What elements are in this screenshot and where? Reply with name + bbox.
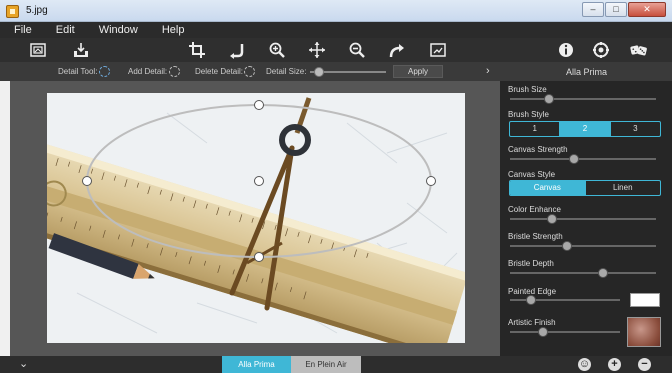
bristle-strength-slider[interactable] [510, 245, 656, 247]
menu-edit[interactable]: Edit [56, 24, 75, 36]
artistic-finish-label: Artistic Finish [508, 318, 556, 327]
bristle-depth-label: Bristle Depth [508, 259, 554, 268]
settings-icon[interactable] [592, 41, 610, 59]
preset-palette-icon[interactable]: ☺ [578, 358, 591, 371]
detail-tool-icon[interactable] [99, 66, 110, 77]
add-detail-icon[interactable] [169, 66, 180, 77]
menu-window[interactable]: Window [99, 24, 138, 36]
canvas-style-selector: Canvas Linen [509, 180, 661, 196]
bottom-bar: ⌄ Alla Prima En Plein Air ☺ + − [0, 356, 672, 373]
detail-options-bar: Detail Tool: Add Detail: Delete Detail: … [0, 62, 500, 81]
info-icon[interactable] [557, 41, 575, 59]
brush-style-label: Brush Style [508, 110, 549, 119]
zoom-in-icon[interactable] [268, 41, 286, 59]
brush-style-1[interactable]: 1 [510, 122, 561, 136]
brush-size-slider-knob[interactable] [544, 94, 555, 104]
zoom-out-icon[interactable] [348, 41, 366, 59]
crop-icon[interactable] [188, 41, 206, 59]
title-bar: 5.jpg – □ ✕ [0, 0, 672, 22]
edge-color-swatch[interactable] [630, 293, 660, 307]
settings-panel: Brush Size Brush Style 1 2 3 Canvas Stre… [500, 81, 672, 356]
window-title: 5.jpg [26, 5, 48, 16]
menu-bar: File Edit Window Help [0, 22, 672, 38]
brush-size-slider[interactable] [510, 98, 656, 100]
detail-size-label: Detail Size: [266, 67, 307, 76]
panel-header: › Alla Prima [486, 62, 672, 81]
color-enhance-slider-knob[interactable] [547, 214, 558, 224]
window-controls: – □ ✕ [582, 2, 666, 17]
bristle-depth-slider[interactable] [510, 272, 656, 274]
menu-file[interactable]: File [14, 24, 32, 36]
apply-button[interactable]: Apply [393, 65, 443, 78]
painted-image [47, 93, 465, 343]
add-preset-icon[interactable]: + [608, 358, 621, 371]
artistic-finish-slider[interactable] [510, 331, 620, 333]
brush-size-label: Brush Size [508, 85, 547, 94]
remove-preset-icon[interactable]: − [638, 358, 651, 371]
panel-title: Alla Prima [566, 67, 608, 77]
save-icon[interactable] [72, 41, 90, 59]
color-enhance-slider[interactable] [510, 218, 656, 220]
move-icon[interactable] [308, 41, 326, 59]
random-dice-icon[interactable] [628, 41, 650, 59]
delete-detail-label: Delete Detail: [195, 67, 244, 76]
minimize-button[interactable]: – [582, 2, 604, 17]
menu-help[interactable]: Help [162, 24, 185, 36]
finish-texture-thumbnail[interactable] [627, 317, 661, 347]
color-enhance-label: Color Enhance [508, 205, 561, 214]
brush-style-2[interactable]: 2 [560, 122, 611, 136]
app-icon [6, 5, 19, 18]
bristle-strength-label: Bristle Strength [508, 232, 563, 241]
rotate-icon[interactable] [228, 41, 246, 59]
maximize-button[interactable]: □ [605, 2, 627, 17]
brush-style-3[interactable]: 3 [611, 122, 660, 136]
canvas-strength-slider-knob[interactable] [569, 154, 580, 164]
image-canvas[interactable] [47, 93, 465, 343]
tab-alla-prima[interactable]: Alla Prima [222, 356, 291, 373]
bristle-depth-slider-knob[interactable] [598, 268, 609, 278]
tab-en-plein-air[interactable]: En Plein Air [291, 356, 361, 373]
brush-style-selector: 1 2 3 [509, 121, 661, 137]
detail-tool-label: Detail Tool: [58, 67, 98, 76]
canvas-strength-slider[interactable] [510, 158, 656, 160]
artistic-finish-slider-knob[interactable] [538, 327, 548, 337]
painted-edge-slider-knob[interactable] [525, 295, 536, 305]
panel-collapse-icon[interactable]: › [486, 65, 490, 77]
bristle-strength-slider-knob[interactable] [561, 241, 572, 251]
redo-icon[interactable] [388, 41, 406, 59]
delete-detail-icon[interactable] [244, 66, 255, 77]
canvas-style-canvas[interactable]: Canvas [510, 181, 586, 195]
chevron-down-icon[interactable]: ⌄ [19, 357, 28, 370]
open-image-icon[interactable] [29, 41, 47, 59]
detail-size-slider-knob[interactable] [313, 67, 324, 77]
toolbar [0, 38, 672, 62]
canvas-style-label: Canvas Style [508, 170, 556, 179]
export-icon[interactable] [429, 41, 447, 59]
canvas-strength-label: Canvas Strength [508, 145, 568, 154]
workspace [10, 81, 500, 356]
canvas-style-linen[interactable]: Linen [586, 181, 661, 195]
add-detail-label: Add Detail: [128, 67, 168, 76]
close-button[interactable]: ✕ [628, 2, 666, 17]
